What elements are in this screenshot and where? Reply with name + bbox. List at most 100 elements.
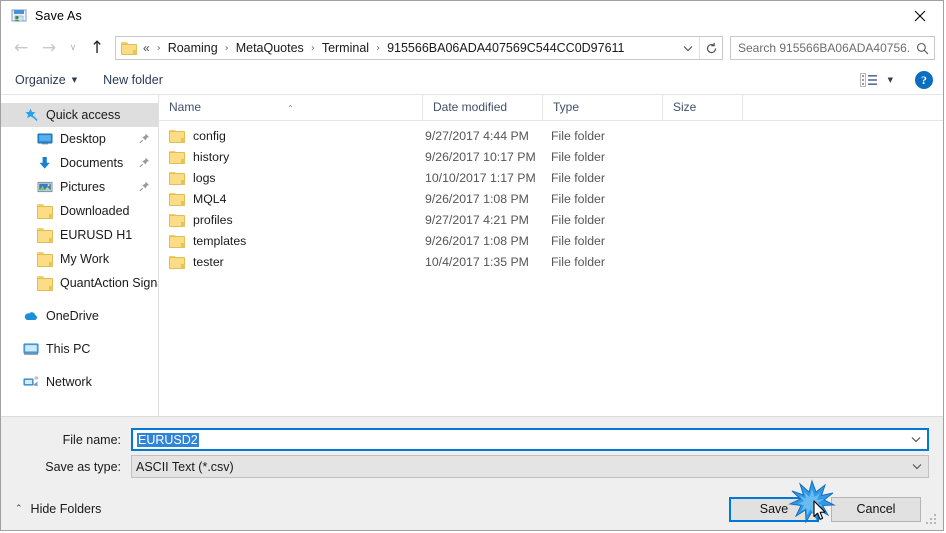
- pin-icon[interactable]: [139, 157, 150, 168]
- search-icon: [910, 37, 934, 59]
- view-dropdown-icon[interactable]: ▼: [888, 76, 893, 84]
- folder-icon: [37, 227, 53, 243]
- organize-button[interactable]: Organize ▼: [15, 73, 77, 87]
- pin-icon[interactable]: [139, 133, 150, 144]
- sidebar-item-label: Network: [46, 375, 92, 389]
- file-name-cell: tester: [159, 255, 423, 269]
- new-folder-button[interactable]: New folder: [103, 73, 163, 87]
- title-bar: Save As: [1, 1, 943, 31]
- search-box[interactable]: Search 915566BA06ADA40756...: [730, 36, 935, 60]
- breadcrumb-item-metaquotes[interactable]: MetaQuotes: [234, 41, 306, 55]
- hide-folders-label: Hide Folders: [30, 502, 102, 516]
- sidebar-item-label: OneDrive: [46, 309, 99, 323]
- back-button[interactable]: ←: [7, 35, 35, 61]
- save-as-icon: [11, 8, 27, 24]
- breadcrumb: « › Roaming › MetaQuotes › Terminal › 91…: [141, 41, 677, 55]
- folder-icon: [169, 192, 185, 206]
- file-name: history: [193, 149, 230, 164]
- save-as-type-select[interactable]: ASCII Text (*.csv): [131, 455, 929, 478]
- folder-icon: [37, 203, 53, 219]
- sidebar-item-desktop[interactable]: Desktop: [1, 127, 158, 151]
- up-button[interactable]: ↑: [83, 35, 111, 61]
- action-buttons: Save Cancel: [729, 496, 921, 522]
- this-pc-icon: [23, 341, 39, 357]
- dialog-footer: ⌃ Hide Folders Save Cancel: [1, 488, 943, 530]
- new-folder-label: New folder: [103, 72, 163, 87]
- column-header-name[interactable]: ⌃ Name: [159, 95, 423, 120]
- hide-folders-button[interactable]: ⌃ Hide Folders: [15, 502, 101, 516]
- breadcrumb-overflow[interactable]: «: [141, 41, 152, 55]
- dialog-body: Quick access Desktop Documents Pictures …: [1, 95, 943, 416]
- file-date-cell: 10/10/2017 1:17 PM: [425, 170, 536, 185]
- table-row[interactable]: config 9/27/2017 4:44 PM File folder: [159, 125, 943, 146]
- table-row[interactable]: MQL4 9/26/2017 1:08 PM File folder: [159, 188, 943, 209]
- column-header-type[interactable]: Type: [543, 95, 663, 120]
- table-row[interactable]: tester 10/4/2017 1:35 PM File folder: [159, 251, 943, 272]
- table-row[interactable]: profiles 9/27/2017 4:21 PM File folder: [159, 209, 943, 230]
- sidebar-item-onedrive[interactable]: OneDrive: [1, 304, 158, 328]
- column-header-size[interactable]: Size: [663, 95, 743, 120]
- file-type-cell: File folder: [551, 254, 605, 269]
- table-row[interactable]: logs 10/10/2017 1:17 PM File folder: [159, 167, 943, 188]
- breadcrumb-item-roaming[interactable]: Roaming: [166, 41, 220, 55]
- sort-ascending-icon: ⌃: [287, 104, 294, 113]
- folder-icon: [169, 234, 185, 248]
- file-name-cell: MQL4: [159, 192, 423, 206]
- file-date-cell: 9/27/2017 4:44 PM: [425, 128, 529, 143]
- folder-icon: [169, 213, 185, 227]
- sidebar-item-pictures[interactable]: Pictures: [1, 175, 158, 199]
- file-name-input[interactable]: EURUSD2: [131, 428, 929, 451]
- sidebar-item-label: Documents: [60, 156, 124, 170]
- file-name-selected-text: EURUSD2: [137, 432, 199, 447]
- view-controls: ▼ ?: [859, 65, 933, 95]
- forward-button[interactable]: →: [35, 35, 63, 61]
- help-button[interactable]: ?: [915, 71, 933, 89]
- save-button[interactable]: Save: [729, 496, 819, 522]
- save-as-type-dropdown-icon[interactable]: [906, 463, 928, 470]
- sidebar-item-eurusd-h1[interactable]: EURUSD H1: [1, 223, 158, 247]
- sidebar-item-quantaction-signal[interactable]: QuantAction Signal: [1, 271, 158, 295]
- breadcrumb-separator: ›: [224, 42, 229, 54]
- help-label: ?: [921, 72, 927, 87]
- file-type-cell: File folder: [551, 128, 605, 143]
- star-pin-icon: [23, 107, 39, 123]
- save-as-type-value: ASCII Text (*.csv): [136, 459, 234, 474]
- file-name-dropdown-icon[interactable]: [905, 436, 927, 443]
- sidebar-item-documents[interactable]: Documents: [1, 151, 158, 175]
- pin-icon[interactable]: [139, 181, 150, 192]
- save-as-dialog: Save As ← → ∨ ↑ « › Roaming › MetaQuotes…: [0, 0, 944, 531]
- view-options-icon[interactable]: [859, 73, 878, 87]
- sidebar-item-network[interactable]: Network: [1, 370, 158, 394]
- file-type-cell: File folder: [551, 191, 605, 206]
- table-row[interactable]: templates 9/26/2017 1:08 PM File folder: [159, 230, 943, 251]
- chevron-up-icon: ⌃: [15, 504, 23, 514]
- file-name-value[interactable]: EURUSD2: [133, 432, 905, 447]
- command-bar: Organize ▼ New folder ▼ ?: [1, 65, 943, 95]
- breadcrumb-item-terminal[interactable]: Terminal: [320, 41, 371, 55]
- breadcrumb-item-instance[interactable]: 915566BA06ADA407569C544CC0D97611: [385, 41, 626, 55]
- file-type-cell: File folder: [551, 170, 605, 185]
- sidebar-item-quick-access[interactable]: Quick access: [1, 103, 158, 127]
- file-rows: config 9/27/2017 4:44 PM File folder his…: [159, 121, 943, 416]
- breadcrumb-separator: ›: [376, 42, 381, 54]
- file-name-cell: logs: [159, 171, 423, 185]
- sidebar-item-this-pc[interactable]: This PC: [1, 337, 158, 361]
- refresh-button[interactable]: [699, 37, 722, 59]
- search-input[interactable]: Search 915566BA06ADA40756...: [731, 41, 910, 55]
- resize-grip[interactable]: [926, 514, 938, 526]
- onedrive-cloud-icon: [23, 308, 39, 324]
- folder-icon: [121, 41, 137, 55]
- folder-icon: [169, 255, 185, 269]
- file-name-cell: config: [159, 129, 423, 143]
- sidebar-item-downloaded[interactable]: Downloaded: [1, 199, 158, 223]
- table-row[interactable]: history 9/26/2017 10:17 PM File folder: [159, 146, 943, 167]
- close-button[interactable]: [897, 1, 943, 31]
- cancel-button[interactable]: Cancel: [831, 496, 921, 522]
- sidebar-item-label: Quick access: [46, 108, 121, 122]
- address-bar[interactable]: « › Roaming › MetaQuotes › Terminal › 91…: [115, 36, 723, 60]
- address-dropdown-button[interactable]: [677, 37, 699, 59]
- column-header-date-modified[interactable]: Date modified: [423, 95, 543, 120]
- recent-locations-button[interactable]: ∨: [63, 35, 83, 61]
- file-date-cell: 9/26/2017 1:08 PM: [425, 191, 529, 206]
- sidebar-item-my-work[interactable]: My Work: [1, 247, 158, 271]
